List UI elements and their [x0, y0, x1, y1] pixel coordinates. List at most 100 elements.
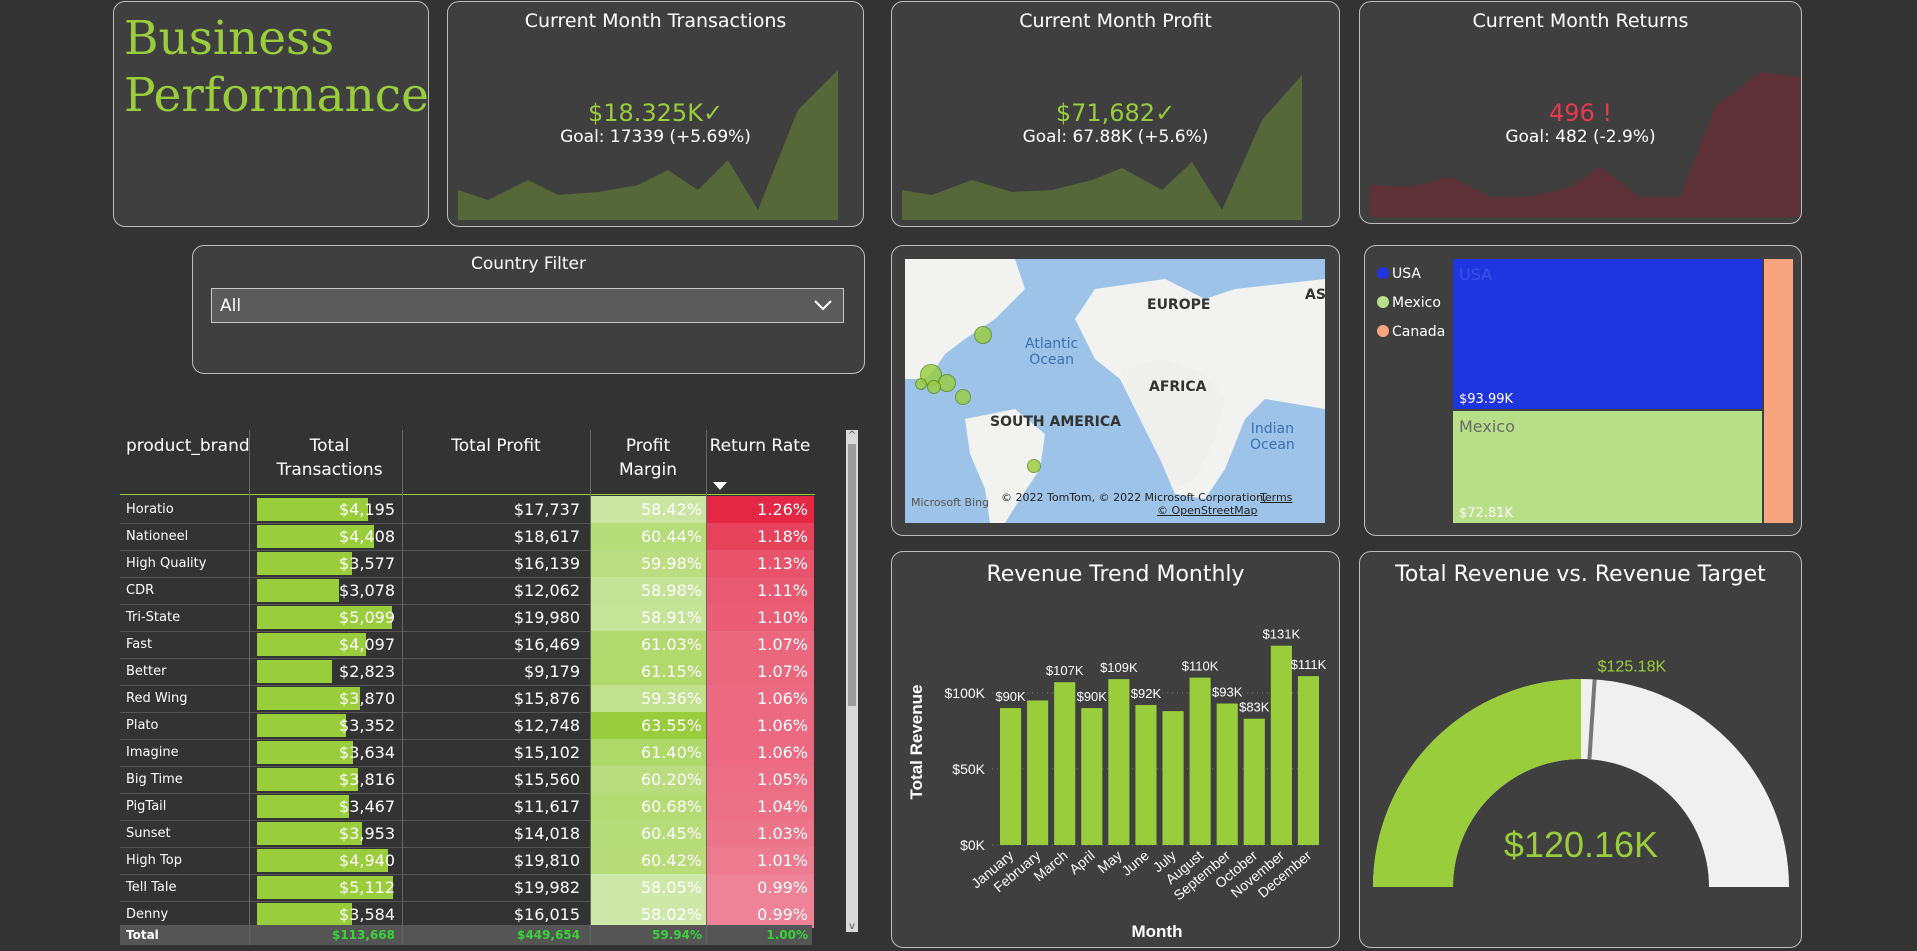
map-bubble[interactable] — [1027, 459, 1041, 473]
bar-august — [1189, 677, 1211, 845]
cell-return-rate: 1.05% — [706, 766, 814, 793]
table-row[interactable]: PigTail $3,467 $11,617 60.68% 1.04% — [120, 793, 814, 821]
country-filter-card: Country Filter All — [192, 245, 865, 374]
cell-profit: $16,015 — [513, 905, 580, 924]
map-bubble[interactable] — [915, 378, 927, 390]
gauge-target-label: $125.18K — [1598, 658, 1667, 675]
table-row[interactable]: High Quality $3,577 $16,139 59.98% 1.13% — [120, 550, 814, 578]
bar-may — [1108, 679, 1130, 845]
cell-transactions: $3,467 — [339, 797, 395, 816]
legend-dot — [1377, 267, 1389, 279]
cell-transactions: $4,408 — [339, 527, 395, 546]
cell-brand: Imagine — [126, 745, 179, 760]
cell-brand: High Top — [126, 853, 182, 868]
cell-profit: $15,102 — [513, 743, 580, 762]
cell-margin: 58.91% — [590, 604, 706, 631]
map-label-asia: ASI — [1305, 287, 1325, 303]
header-transactions[interactable]: Total Transactions — [257, 434, 402, 482]
treemap-tile-mexico[interactable]: Mexico $72.81K — [1453, 411, 1762, 523]
table-row[interactable]: CDR $3,078 $12,062 58.98% 1.11% — [120, 577, 814, 605]
header-profit[interactable]: Total Profit — [402, 434, 590, 458]
cell-margin: 58.02% — [590, 901, 706, 928]
kpi-returns-goal: Goal: 482 (-2.9%) — [1505, 127, 1656, 147]
bar-december — [1297, 676, 1320, 845]
cell-transactions: $3,816 — [339, 770, 395, 789]
cell-transactions: $3,078 — [339, 581, 395, 600]
scrollbar-thumb[interactable] — [848, 444, 856, 706]
map-bubble[interactable] — [938, 374, 956, 392]
cell-profit: $9,179 — [524, 662, 580, 681]
cell-brand: CDR — [126, 583, 155, 598]
x-tick-label: May — [1094, 847, 1125, 876]
gauge-value-label: $120.16K — [1504, 824, 1658, 865]
country-filter-dropdown[interactable]: All — [211, 288, 844, 323]
treemap-mexico-label: Mexico — [1459, 417, 1515, 436]
treemap-tile-canada[interactable] — [1764, 259, 1793, 523]
cell-margin: 60.42% — [590, 847, 706, 874]
cell-profit: $15,560 — [513, 770, 580, 789]
cell-transactions: $3,953 — [339, 824, 395, 843]
check-icon: ✓ — [1155, 99, 1176, 127]
table-row[interactable]: Fast $4,097 $16,469 61.03% 1.07% — [120, 631, 814, 659]
kpi-transactions-card: Current Month Transactions $18.325K✓ Goa… — [447, 1, 864, 227]
revenue-gauge-chart[interactable]: $125.18K $120.16K — [1360, 552, 1801, 947]
cell-margin: 61.15% — [590, 658, 706, 685]
bar-november — [1270, 645, 1292, 845]
column-divider — [402, 430, 403, 945]
legend-dot — [1377, 296, 1389, 308]
header-margin[interactable]: Profit Margin — [590, 434, 706, 482]
table-row[interactable]: Horatio $4,195 $17,737 58.42% 1.26% — [120, 496, 814, 524]
cell-margin: 59.98% — [590, 550, 706, 577]
header-brand[interactable]: product_brand — [126, 434, 250, 458]
country-filter-selected: All — [220, 296, 242, 316]
table-row[interactable]: Big Time $3,816 $15,560 60.20% 1.05% — [120, 766, 814, 794]
table-scrollbar[interactable]: ^ v — [846, 430, 858, 932]
cell-profit: $15,876 — [513, 689, 580, 708]
table-row[interactable]: Plato $3,352 $12,748 63.55% 1.06% — [120, 712, 814, 740]
chevron-down-icon — [814, 300, 832, 311]
map-visual[interactable]: EUROPE AFRICA SOUTH AMERICA ASI Atlantic… — [905, 259, 1325, 523]
table-row[interactable]: High Top $4,940 $19,810 60.42% 1.01% — [120, 847, 814, 875]
treemap-tile-usa[interactable]: USA $93.99K — [1453, 259, 1762, 409]
map-bubble[interactable] — [974, 326, 992, 344]
map-card: EUROPE AFRICA SOUTH AMERICA ASI Atlantic… — [891, 245, 1340, 536]
table-row[interactable]: Imagine $3,634 $15,102 61.40% 1.06% — [120, 739, 814, 767]
table-row[interactable]: Better $2,823 $9,179 61.15% 1.07% — [120, 658, 814, 686]
legend-item-canada[interactable]: Canada — [1377, 324, 1445, 340]
x-tick-label: June — [1118, 847, 1152, 879]
legend-item-usa[interactable]: USA — [1377, 266, 1421, 282]
x-axis-title: Month — [1132, 922, 1183, 941]
cell-return-rate: 0.99% — [706, 901, 814, 928]
header-return-rate[interactable]: Return Rate — [706, 434, 814, 458]
map-osm-link[interactable]: © OpenStreetMap — [1157, 504, 1258, 517]
table-row[interactable]: Sunset $3,953 $14,018 60.45% 1.03% — [120, 820, 814, 848]
cell-return-rate: 1.18% — [706, 523, 814, 550]
revenue-trend-chart[interactable]: $0K$50K$100K $90KJanuaryFebruary$107KMarc… — [892, 552, 1339, 947]
cell-brand: High Quality — [126, 556, 207, 571]
map-bubble[interactable] — [927, 380, 941, 394]
cell-profit: $16,469 — [513, 635, 580, 654]
sort-desc-icon[interactable] — [713, 482, 727, 490]
title-card: Business Performance — [113, 1, 429, 227]
cell-margin: 60.68% — [590, 793, 706, 820]
treemap-card: USA Mexico Canada USA $93.99K Mexico $72… — [1364, 245, 1802, 536]
table-row[interactable]: Red Wing $3,870 $15,876 59.36% 1.06% — [120, 685, 814, 713]
map-copyright: © 2022 TomTom, © 2022 Microsoft Corporat… — [1001, 491, 1267, 504]
table-row[interactable]: Tri-State $5,099 $19,980 58.91% 1.10% — [120, 604, 814, 632]
cell-return-rate: 1.04% — [706, 793, 814, 820]
legend-item-mexico[interactable]: Mexico — [1377, 295, 1441, 311]
bar-september — [1216, 703, 1238, 845]
cell-return-rate: 1.07% — [706, 658, 814, 685]
table-header: product_brand Total Transactions Total P… — [120, 430, 815, 495]
map-terms-link[interactable]: Terms — [1260, 491, 1292, 504]
table-row[interactable]: Tell Tale $5,112 $19,982 58.05% 0.99% — [120, 874, 814, 902]
scroll-down-icon[interactable]: v — [846, 921, 858, 932]
table-row[interactable]: Nationeel $4,408 $18,617 60.44% 1.18% — [120, 523, 814, 551]
cell-profit: $18,617 — [513, 527, 580, 546]
country-filter-label: Country Filter — [470, 254, 587, 274]
table-total-row: Total $113,668 $449,654 59.94% 1.00% — [120, 925, 812, 945]
map-bubble[interactable] — [955, 389, 971, 405]
cell-return-rate: 1.06% — [706, 739, 814, 766]
bar-march — [1054, 682, 1076, 845]
scroll-up-icon[interactable]: ^ — [846, 430, 858, 441]
